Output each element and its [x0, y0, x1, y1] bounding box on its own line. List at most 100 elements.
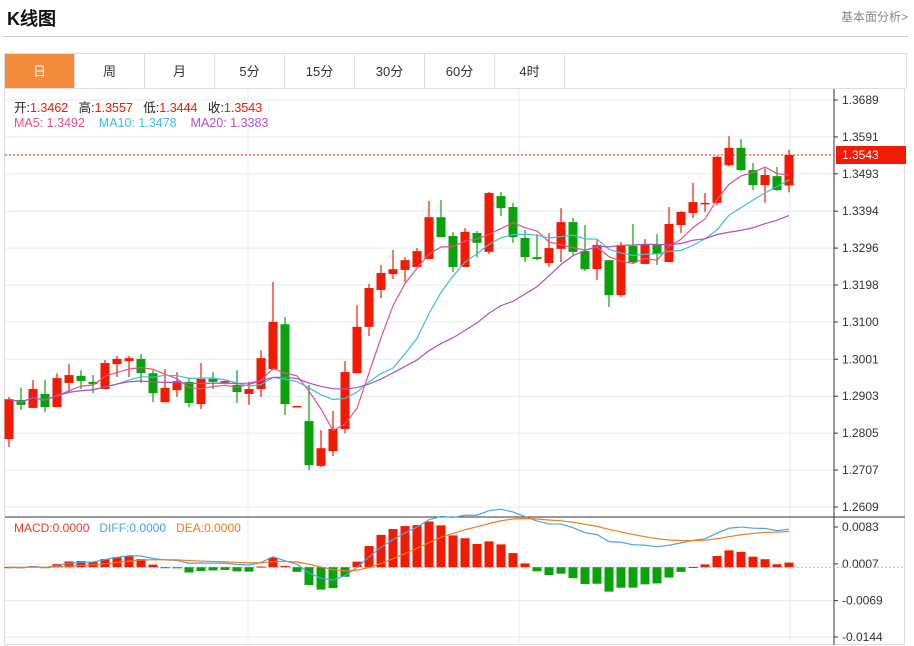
candle — [316, 430, 326, 468]
macd-bar — [592, 567, 602, 584]
low-value: 1.3444 — [159, 101, 198, 115]
candle-body — [400, 260, 410, 270]
macd-tick-label: 0.0007 — [842, 557, 879, 571]
candle — [556, 208, 566, 263]
candle-body — [448, 236, 458, 267]
current-price-label: 1.3543 — [842, 148, 879, 162]
ma20-value: 1.3383 — [230, 116, 269, 130]
macd-bar — [220, 567, 230, 570]
candle-body — [604, 260, 614, 296]
price-tick-label: 1.3001 — [842, 352, 879, 366]
candle-body — [160, 387, 170, 403]
candle-body — [388, 269, 398, 275]
dea-value: DEA:0.0000 — [176, 521, 241, 535]
candle-body — [292, 406, 302, 408]
candle — [532, 234, 542, 261]
candle — [280, 317, 290, 416]
macd-bar — [772, 564, 782, 568]
candle — [352, 305, 362, 374]
candle — [184, 378, 194, 408]
macd-bar — [712, 556, 722, 568]
macd-bar — [784, 562, 794, 568]
price-tick-label: 1.3493 — [842, 167, 879, 181]
close-value: 1.3543 — [223, 101, 263, 115]
candle-body — [304, 421, 314, 466]
candle-body — [628, 245, 638, 263]
price-tick-label: 1.3689 — [842, 93, 879, 107]
price-tick-label: 1.3100 — [842, 315, 879, 329]
candle — [52, 373, 62, 408]
price-tick-label: 1.2903 — [842, 389, 879, 403]
macd-bar — [700, 564, 710, 568]
price-tick-label: 1.3591 — [842, 130, 879, 144]
macd-bar — [580, 567, 590, 585]
candle-body — [232, 384, 242, 393]
ohlc-info: 开:1.3462 高:1.3557 低:1.3444 收:1.3543 — [14, 97, 262, 116]
price-tick-label: 1.2707 — [842, 463, 879, 477]
macd-bar — [664, 567, 674, 578]
candle — [784, 149, 794, 193]
macd-tick-label: -0.0144 — [842, 630, 883, 644]
candle-body — [352, 326, 362, 374]
macd-bar — [172, 567, 182, 569]
macd-bar — [232, 567, 242, 572]
macd-bar — [400, 526, 410, 568]
ma5-value: 1.3492 — [46, 116, 85, 130]
candle-body — [736, 147, 746, 171]
macd-bar — [568, 567, 578, 579]
macd-bar — [724, 550, 734, 568]
candle-body — [376, 272, 386, 290]
candle-body — [496, 196, 506, 209]
candle-body — [520, 237, 530, 258]
candle — [616, 242, 626, 298]
low-label: 低: — [143, 101, 160, 115]
macd-bar — [256, 566, 266, 568]
candle-body — [724, 147, 734, 166]
candle-body — [124, 358, 134, 362]
candle-body — [580, 251, 590, 270]
ma10-value: 1.3478 — [138, 116, 177, 130]
macd-bar — [292, 567, 302, 572]
macd-bar — [556, 567, 566, 574]
macd-bar — [244, 567, 254, 572]
candle-body — [268, 321, 278, 370]
candle — [448, 231, 458, 272]
candle — [460, 228, 470, 267]
candle — [28, 380, 38, 408]
macd-bar — [148, 564, 158, 568]
candle-body — [244, 389, 254, 394]
macd-bar — [436, 525, 446, 568]
open-label: 开: — [14, 101, 30, 115]
candle — [664, 207, 674, 263]
candle-body — [208, 378, 218, 382]
macd-bar — [184, 567, 194, 573]
close-label: 收: — [207, 101, 224, 115]
ma5-label: MA5: — [14, 116, 47, 130]
candle — [292, 405, 302, 408]
candle — [388, 249, 398, 280]
high-label: 高: — [78, 101, 95, 115]
macd-tick-label: 0.0083 — [842, 520, 879, 534]
macd-bar — [544, 567, 554, 576]
candle — [100, 360, 110, 390]
candle-body — [592, 245, 602, 270]
macd-bar — [472, 544, 482, 568]
candle — [40, 380, 50, 413]
candle-body — [664, 223, 674, 263]
macd-bar — [196, 567, 206, 572]
candle-body — [52, 378, 62, 408]
candle — [148, 370, 158, 403]
macd-bar — [160, 567, 170, 569]
diff-value: DIFF:0.0000 — [99, 521, 167, 535]
macd-bar — [208, 567, 218, 571]
ma10-label: MA10: — [98, 116, 139, 130]
candle — [4, 396, 14, 448]
candle — [376, 265, 386, 299]
macd-bar — [604, 567, 614, 592]
candle — [364, 283, 374, 336]
macd-bar — [532, 567, 542, 572]
candle-body — [436, 217, 446, 238]
candle-body — [316, 448, 326, 466]
candle — [688, 182, 698, 218]
candle-body — [4, 399, 14, 440]
